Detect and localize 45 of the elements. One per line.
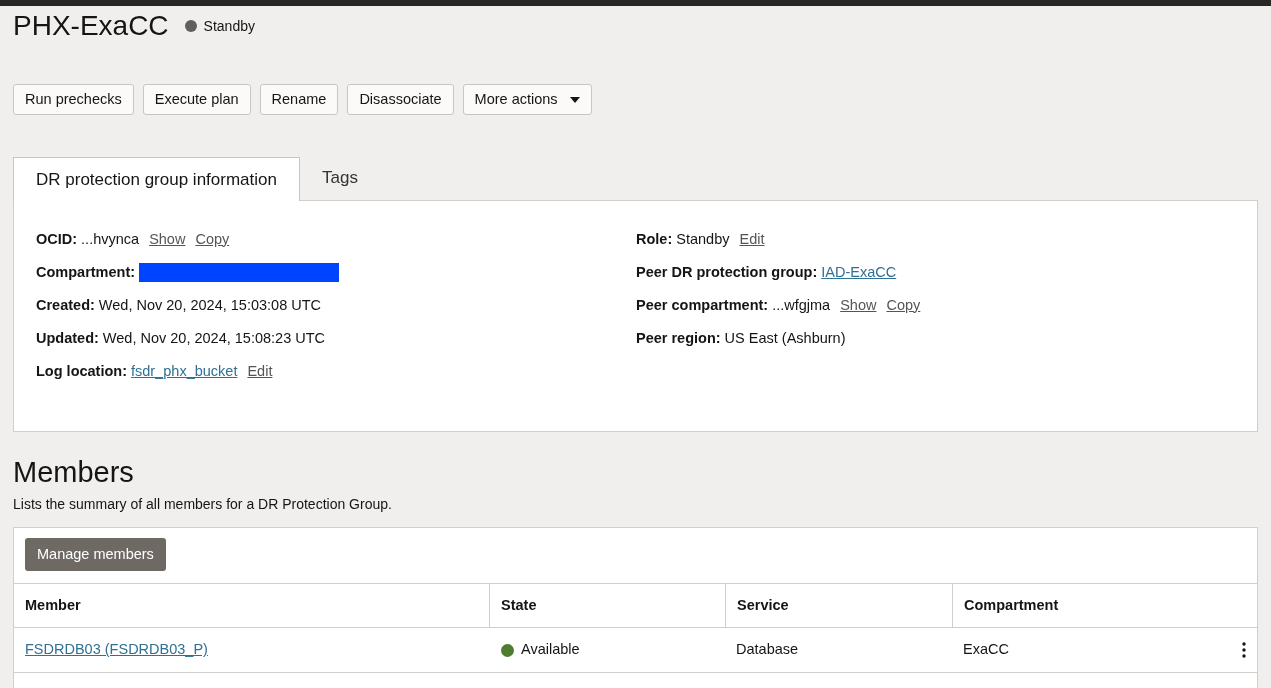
column-header: Member [24, 595, 82, 615]
field-label: Peer region: [636, 328, 721, 348]
field-label: Compartment: [36, 262, 136, 282]
action-button[interactable]: Run prechecks [13, 84, 134, 115]
field-value: US East (Ashburn) [724, 328, 846, 348]
field-label: Updated: [36, 328, 99, 348]
field-value: ...hvynca [81, 229, 140, 249]
field-value: Standby [676, 229, 730, 249]
manage-members-button[interactable]: Manage members [25, 538, 166, 571]
field-label: OCID: [36, 229, 78, 249]
member-link[interactable]: FSDRDB03 (FSDRDB03_P) [25, 639, 208, 661]
page-title: PHX-ExaCC [13, 9, 169, 43]
status-text: Standby [203, 16, 255, 36]
table-cell-text: Available [521, 640, 580, 660]
action-link[interactable]: Edit [247, 360, 273, 383]
table-cell-text: ExaCC [963, 640, 1009, 660]
field-label: Peer compartment: [636, 295, 769, 315]
action-link[interactable]: Copy [886, 294, 921, 317]
action-link[interactable]: Copy [195, 228, 230, 251]
action-button[interactable]: Rename [259, 84, 339, 115]
action-button[interactable]: Disassociate [347, 84, 454, 115]
action-button[interactable]: Execute plan [142, 84, 251, 115]
action-button[interactable]: More actions [462, 84, 592, 115]
section-description: Lists the summary of all members for a DR Protection Group. [12, 495, 393, 514]
action-link[interactable]: Edit [739, 228, 765, 251]
tab[interactable]: Tags [299, 156, 380, 200]
field-label: Created: [36, 295, 95, 315]
section-heading: Members [12, 455, 135, 490]
field-label: Log location: [36, 361, 127, 381]
field-label: Peer DR protection group: [636, 262, 818, 282]
field-value: Wed, Nov 20, 2024, 15:08:23 UTC [102, 328, 326, 348]
field-value: Wed, Nov 20, 2024, 15:03:08 UTC [98, 295, 322, 315]
field-label: Role: [636, 229, 673, 249]
column-header: Service [725, 584, 952, 627]
field-value: ...wfgjma [772, 295, 831, 315]
action-link[interactable]: Show [149, 228, 186, 251]
action-link[interactable]: Show [840, 294, 877, 317]
more-options-icon[interactable] [1242, 642, 1246, 658]
tab[interactable]: DR protection group information [13, 157, 300, 201]
link[interactable]: fsdr_phx_bucket [131, 360, 238, 383]
table-cell-text: Database [736, 640, 799, 660]
link[interactable]: IAD-ExaCC [821, 261, 897, 284]
column-header: Compartment [952, 584, 1257, 627]
column-header: State [489, 584, 725, 627]
caret-icon [569, 96, 580, 103]
